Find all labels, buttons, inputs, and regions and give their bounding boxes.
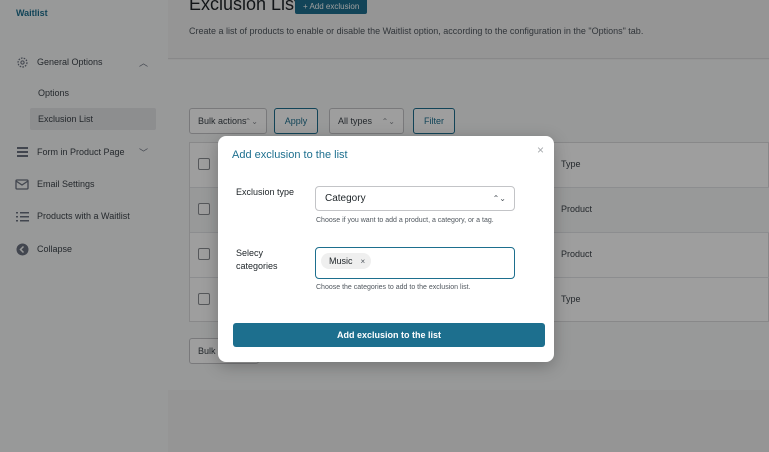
remove-tag-icon[interactable]: ×	[361, 257, 366, 266]
add-exclusion-modal: Add exclusion to the list × Exclusion ty…	[218, 136, 554, 362]
categories-label: Selecy categories	[236, 247, 278, 273]
exclusion-type-hint: Choose if you want to add a product, a c…	[316, 217, 494, 224]
categories-hint: Choose the categories to add to the excl…	[316, 284, 471, 291]
add-exclusion-submit-button[interactable]: Add exclusion to the list	[233, 323, 545, 347]
categories-label-line1: Selecy	[236, 248, 264, 258]
close-icon[interactable]: ×	[537, 143, 544, 157]
categories-label-line2: categories	[236, 261, 278, 271]
categories-input[interactable]: Music ×	[315, 247, 515, 279]
modal-title: Add exclusion to the list	[232, 149, 348, 161]
select-arrows-icon: ⌃⌄	[492, 194, 506, 203]
exclusion-type-value: Category	[325, 193, 366, 204]
exclusion-type-select[interactable]: Category ⌃⌄	[315, 186, 515, 211]
category-tag: Music ×	[321, 253, 372, 269]
exclusion-type-label: Exclusion type	[236, 187, 295, 197]
category-tag-label: Music	[329, 256, 353, 266]
